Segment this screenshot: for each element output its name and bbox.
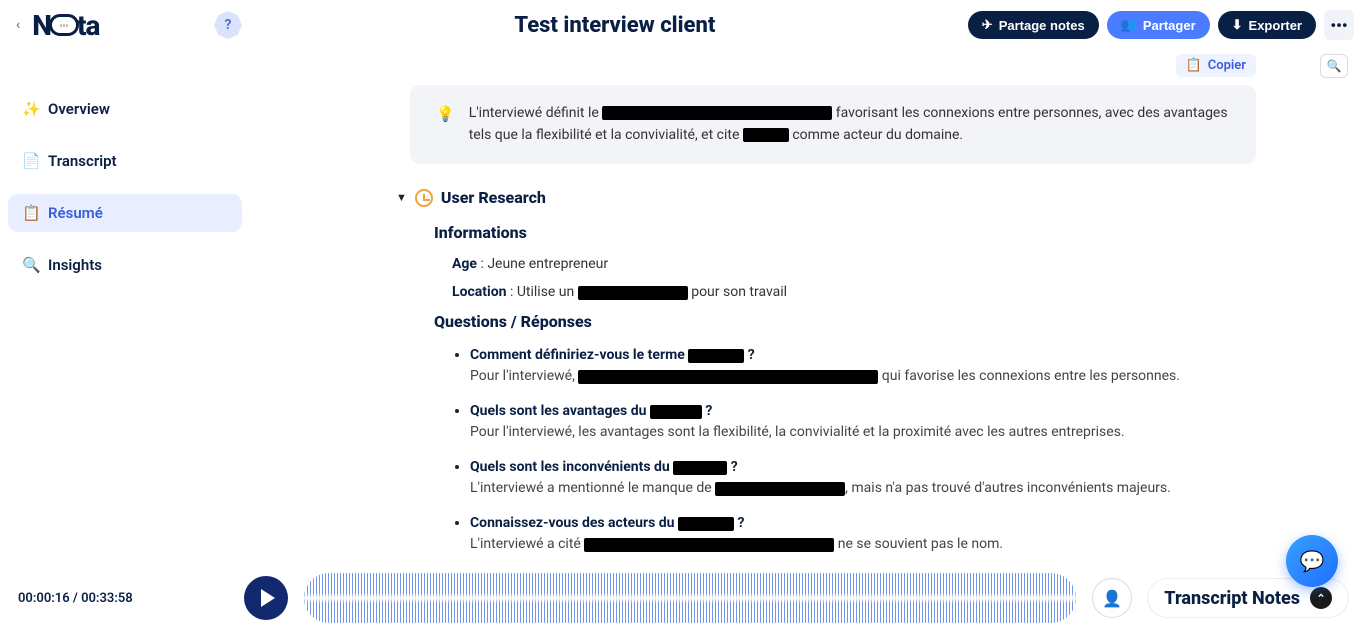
logo-text-right: ta (77, 9, 100, 42)
chat-fab-button[interactable]: 💬 (1286, 535, 1338, 587)
help-icon[interactable]: ? (214, 11, 242, 39)
sparkle-icon: ✨ (22, 100, 38, 118)
redacted-text (715, 482, 845, 496)
insight-card: 💡 L'interviewé définit le favorisant les… (410, 85, 1256, 164)
redacted-text (578, 286, 688, 300)
subheading-informations: Informations (434, 223, 1256, 242)
share-notes-label: Partage notes (999, 18, 1085, 33)
timecode: 00:00:16 / 00:33:58 (18, 591, 228, 606)
player-bar: 00:00:16 / 00:33:58 👤 Transcript Notes ⌃ (0, 563, 1366, 633)
chat-icon: 💬 (1300, 549, 1325, 573)
lightbulb-icon: 💡 (436, 103, 455, 146)
sidebar-item-insights[interactable]: 🔍 Insights (8, 246, 242, 284)
section-title: User Research (441, 188, 546, 207)
share-label: Partager (1143, 18, 1196, 33)
redacted-text (688, 349, 744, 363)
redacted-text (650, 405, 702, 419)
share-notes-button[interactable]: ✈ Partage notes (968, 11, 1099, 39)
people-icon: 👥 (1121, 17, 1137, 33)
sidebar-item-transcript[interactable]: 📄 Transcript (8, 142, 242, 180)
export-button[interactable]: ⬇ Exporter (1218, 11, 1316, 39)
chevron-up-icon: ⌃ (1310, 587, 1332, 609)
sidebar-item-label: Transcript (48, 152, 117, 170)
share-button[interactable]: 👥 Partager (1107, 11, 1210, 39)
list-item: Quels sont les avantages du ? Pour l'int… (470, 401, 1256, 443)
qa-list: Comment définiriez-vous le terme ? Pour … (470, 345, 1256, 555)
chevron-down-icon: ▼ (396, 191, 407, 204)
copy-button[interactable]: 📋 Copier (1176, 54, 1256, 77)
field-age: Age : Jeune entrepreneur (452, 256, 1256, 272)
list-item: Connaissez-vous des acteurs du ? L'inter… (470, 513, 1256, 555)
export-label: Exporter (1249, 18, 1302, 33)
sidebar-item-label: Insights (48, 256, 102, 274)
paper-plane-icon: ✈ (982, 17, 993, 33)
play-button[interactable] (244, 576, 288, 620)
back-chevron-icon[interactable]: ‹ (12, 13, 24, 37)
audio-waveform[interactable] (304, 573, 1076, 623)
file-icon: 📄 (22, 152, 38, 170)
app-logo: N ◦◦◦ ta (32, 9, 99, 42)
section-header-user-research[interactable]: ▼ User Research (396, 188, 1256, 207)
download-icon: ⬇ (1232, 17, 1243, 33)
search-icon: 🔍 (22, 256, 38, 274)
content-scroll[interactable]: 📋 Copier 💡 L'interviewé définit le favor… (250, 50, 1366, 633)
sidebar-item-label: Résumé (48, 204, 103, 222)
sidebar: ✨ Overview 📄 Transcript 📋 Résumé 🔍 Insig… (0, 50, 250, 633)
redacted-text (578, 370, 878, 384)
person-icon: 👤 (1102, 589, 1122, 608)
transcript-notes-label: Transcript Notes (1164, 588, 1300, 609)
clock-icon (415, 189, 433, 207)
sidebar-item-overview[interactable]: ✨ Overview (8, 90, 242, 128)
play-icon (261, 589, 275, 607)
sidebar-item-label: Overview (48, 100, 110, 118)
redacted-text (673, 461, 727, 475)
clipboard-icon: 📋 (1186, 58, 1202, 73)
speaker-button[interactable]: 👤 (1092, 578, 1132, 618)
list-icon: 📋 (22, 204, 38, 222)
logo-dna-icon: ◦◦◦ (49, 14, 79, 36)
field-location: Location : Utilise un pour son travail (452, 284, 1256, 300)
more-menu-button[interactable]: ••• (1324, 10, 1354, 40)
insight-text: L'interviewé définit le favorisant les c… (469, 103, 1230, 146)
page-title: Test interview client (262, 13, 968, 38)
sidebar-item-resume[interactable]: 📋 Résumé (8, 194, 242, 232)
redacted-text (584, 538, 834, 552)
copy-label: Copier (1208, 58, 1246, 73)
redacted-text (678, 517, 734, 531)
subheading-qr: Questions / Réponses (434, 312, 1256, 331)
redacted-text (743, 128, 789, 142)
list-item: Comment définiriez-vous le terme ? Pour … (470, 345, 1256, 387)
redacted-text (602, 106, 832, 120)
list-item: Quels sont les inconvénients du ? L'inte… (470, 457, 1256, 499)
